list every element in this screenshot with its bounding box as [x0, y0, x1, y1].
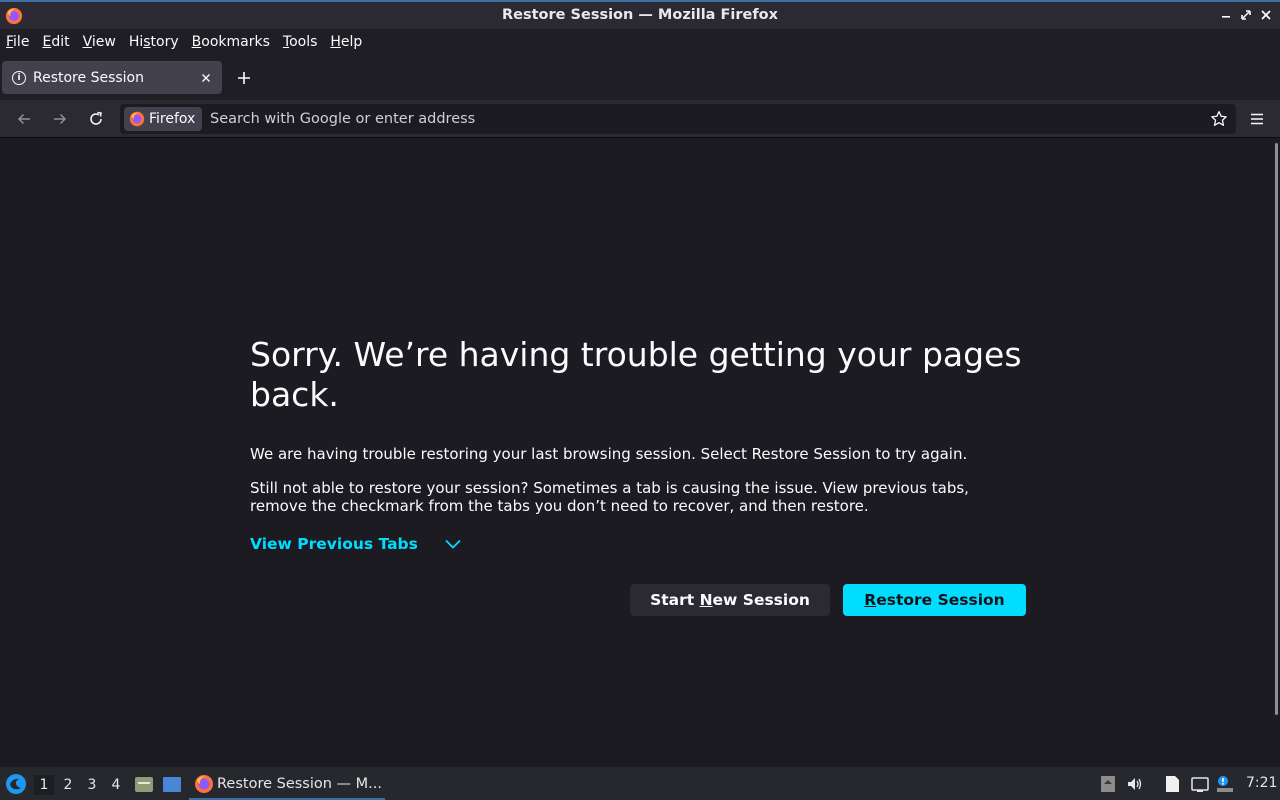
navigation-toolbar: Firefox [0, 100, 1280, 138]
button-accesskey: N [699, 591, 713, 609]
start-new-session-button[interactable]: Start New Session [630, 584, 830, 616]
menu-accesskey: E [42, 33, 52, 50]
plus-icon [238, 72, 250, 84]
chevron-down-icon [445, 539, 461, 549]
restore-description: We are having trouble restoring your las… [250, 445, 968, 463]
firefox-logo-icon [195, 774, 213, 793]
menu-tools[interactable]: Tools [283, 34, 318, 50]
identity-label: Firefox [149, 111, 196, 127]
identity-box[interactable]: Firefox [124, 107, 202, 131]
tab-close-button[interactable] [198, 70, 214, 86]
maximize-button[interactable] [1238, 7, 1254, 23]
view-previous-tabs-toggle[interactable]: View Previous Tabs [250, 535, 462, 553]
menu-accesskey: B [191, 33, 202, 50]
network-icon[interactable] [1191, 775, 1209, 793]
back-button[interactable] [12, 107, 36, 131]
clipboard-tray-icon[interactable] [1099, 775, 1117, 793]
maximize-icon [1241, 10, 1251, 20]
menu-accesskey: s [143, 33, 151, 50]
start-menu-icon[interactable] [5, 773, 27, 795]
button-label-post: ew Session [712, 591, 810, 609]
button-label-post: estore Session [876, 591, 1005, 609]
menu-edit[interactable]: Edit [42, 34, 69, 50]
menu-accesskey: H [330, 33, 341, 50]
menu-label-post: ools [289, 33, 318, 50]
taskbar-clock[interactable]: 7:21 [1246, 775, 1277, 791]
bookmark-star-icon[interactable] [1210, 110, 1228, 128]
back-arrow-icon [17, 113, 30, 125]
page-content: Sorry. We’re having trouble getting your… [0, 139, 1280, 767]
view-previous-tabs-label: View Previous Tabs [250, 535, 418, 553]
page-title: Sorry. We’re having trouble getting your… [250, 335, 1022, 414]
menu-help[interactable]: Help [330, 34, 362, 50]
menu-label-post: iew [91, 33, 116, 50]
reload-icon [90, 111, 102, 125]
workspace-3[interactable]: 3 [82, 775, 102, 795]
menu-label-post: ookmarks [201, 33, 270, 50]
menu-bookmarks[interactable]: Bookmarks [192, 34, 270, 50]
forward-button[interactable] [48, 107, 72, 131]
tab-strip: i Restore Session [0, 54, 1280, 100]
menu-label-post: elp [340, 33, 363, 50]
menu-view[interactable]: View [83, 34, 116, 50]
workspace-1[interactable]: 1 [34, 775, 54, 795]
close-icon [1261, 10, 1271, 20]
url-bar[interactable]: Firefox [120, 104, 1236, 134]
taskbar-firefox-task[interactable]: Restore Session — M... [189, 769, 385, 800]
window-titlebar: Restore Session — Mozilla Firefox [0, 0, 1280, 29]
taskbar-task-label: Restore Session — M... [217, 775, 383, 792]
menu-accesskey: F [6, 33, 14, 50]
menu-label-pre: Hi [128, 33, 144, 50]
file-manager-icon[interactable] [134, 775, 154, 793]
close-window-button[interactable] [1258, 7, 1274, 23]
workspace-4[interactable]: 4 [106, 775, 126, 795]
close-icon [202, 73, 210, 82]
tab-label: Restore Session [33, 69, 144, 86]
restore-session-button[interactable]: Restore Session [843, 584, 1026, 616]
button-label-pre: Start [650, 591, 700, 609]
notifications-icon[interactable] [1216, 775, 1234, 793]
scrollbar-thumb[interactable] [1275, 143, 1278, 715]
minimize-button[interactable] [1218, 7, 1234, 23]
menu-history[interactable]: History [129, 34, 179, 50]
system-taskbar: 1 2 3 4 Restore Session — M... 7:21 [0, 767, 1280, 800]
menu-label-post: dit [51, 33, 70, 50]
menu-accesskey: V [82, 33, 92, 50]
button-accesskey: R [864, 591, 877, 609]
show-desktop-icon[interactable] [162, 775, 182, 793]
new-tab-button[interactable] [234, 68, 254, 88]
address-input[interactable] [210, 104, 1190, 134]
forward-arrow-icon [54, 113, 67, 125]
firefox-logo-icon [129, 111, 145, 127]
reload-button[interactable] [84, 107, 108, 131]
volume-icon[interactable] [1126, 775, 1144, 793]
window-title: Restore Session — Mozilla Firefox [501, 7, 778, 23]
app-menu-button[interactable] [1246, 107, 1268, 131]
restore-help-text: Still not able to restore your session? … [250, 479, 969, 515]
menu-label-post: ile [13, 33, 30, 50]
menu-file[interactable]: File [6, 34, 29, 50]
hamburger-menu-icon [1251, 113, 1263, 125]
minimize-icon [1222, 16, 1230, 18]
tab-restore-session[interactable]: i Restore Session [2, 61, 222, 94]
page-scrollbar[interactable] [1273, 139, 1280, 719]
notes-tray-icon[interactable] [1163, 775, 1181, 793]
info-icon: i [12, 70, 26, 85]
menu-bar: File Edit View History Bookmarks Tools H… [0, 29, 1280, 54]
workspace-2[interactable]: 2 [58, 775, 78, 795]
menu-label-post: tory [150, 33, 179, 50]
